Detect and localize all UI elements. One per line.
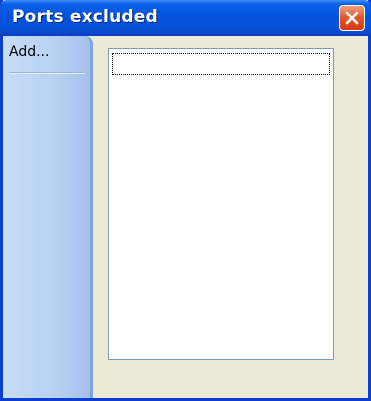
- sidebar-divider: [9, 72, 85, 74]
- window-title: Ports excluded: [12, 7, 158, 27]
- list-focus-item[interactable]: [112, 53, 330, 75]
- sidebar: Add...: [3, 36, 93, 398]
- close-button[interactable]: [339, 5, 365, 31]
- add-button[interactable]: Add...: [9, 42, 85, 72]
- add-button-label: Add...: [9, 44, 50, 60]
- title-bar[interactable]: Ports excluded: [0, 0, 371, 36]
- ports-list[interactable]: [108, 48, 334, 360]
- ports-excluded-window: Ports excluded Add...: [0, 0, 371, 401]
- close-icon: [345, 11, 359, 25]
